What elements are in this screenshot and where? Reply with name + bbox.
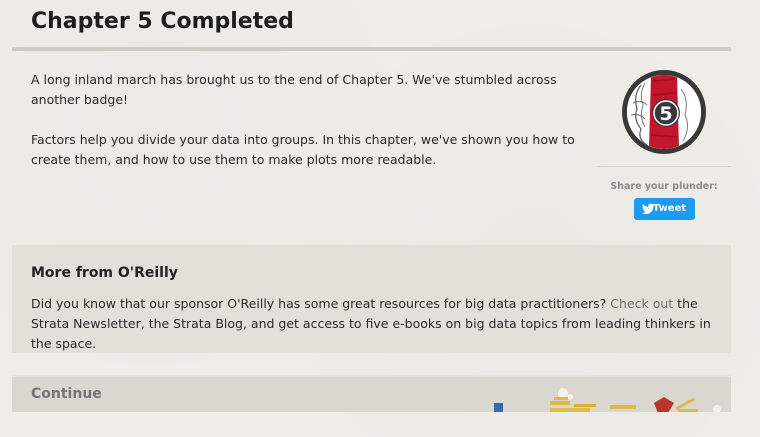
chapter-badge: 5 (622, 70, 706, 154)
badge-number: 5 (659, 103, 672, 125)
oreilly-section: More from O'Reilly Did you know that our… (12, 245, 731, 353)
badge-divider (597, 166, 731, 167)
twitter-bird-icon (642, 203, 655, 214)
tweet-button[interactable]: Tweet (634, 198, 695, 220)
tweet-label: Tweet (652, 203, 687, 214)
treasure-decoration-icon (494, 388, 721, 412)
page-title: Chapter 5 Completed (31, 9, 294, 34)
chapter-summary: A long inland march has brought us to th… (31, 70, 591, 190)
summary-paragraph-2: Factors help you divide your data into g… (31, 132, 575, 167)
oreilly-text-intro: Did you know that our sponsor O'Reilly h… (31, 296, 611, 311)
badge-icon: 5 (627, 75, 701, 149)
continue-button[interactable]: Continue (12, 375, 731, 412)
oreilly-title: More from O'Reilly (31, 265, 178, 281)
header: Chapter 5 Completed (12, 0, 731, 51)
continue-label: Continue (31, 386, 102, 402)
check-out-link[interactable]: Check out (610, 296, 673, 311)
chapter-complete-page: Chapter 5 Completed A long inland march … (0, 0, 760, 437)
badge-panel: 5 Share your plunder: Tweet (597, 60, 731, 230)
oreilly-text: Did you know that our sponsor O'Reilly h… (31, 294, 711, 354)
share-label: Share your plunder: (610, 181, 718, 192)
summary-paragraph-1: A long inland march has brought us to th… (31, 72, 557, 107)
